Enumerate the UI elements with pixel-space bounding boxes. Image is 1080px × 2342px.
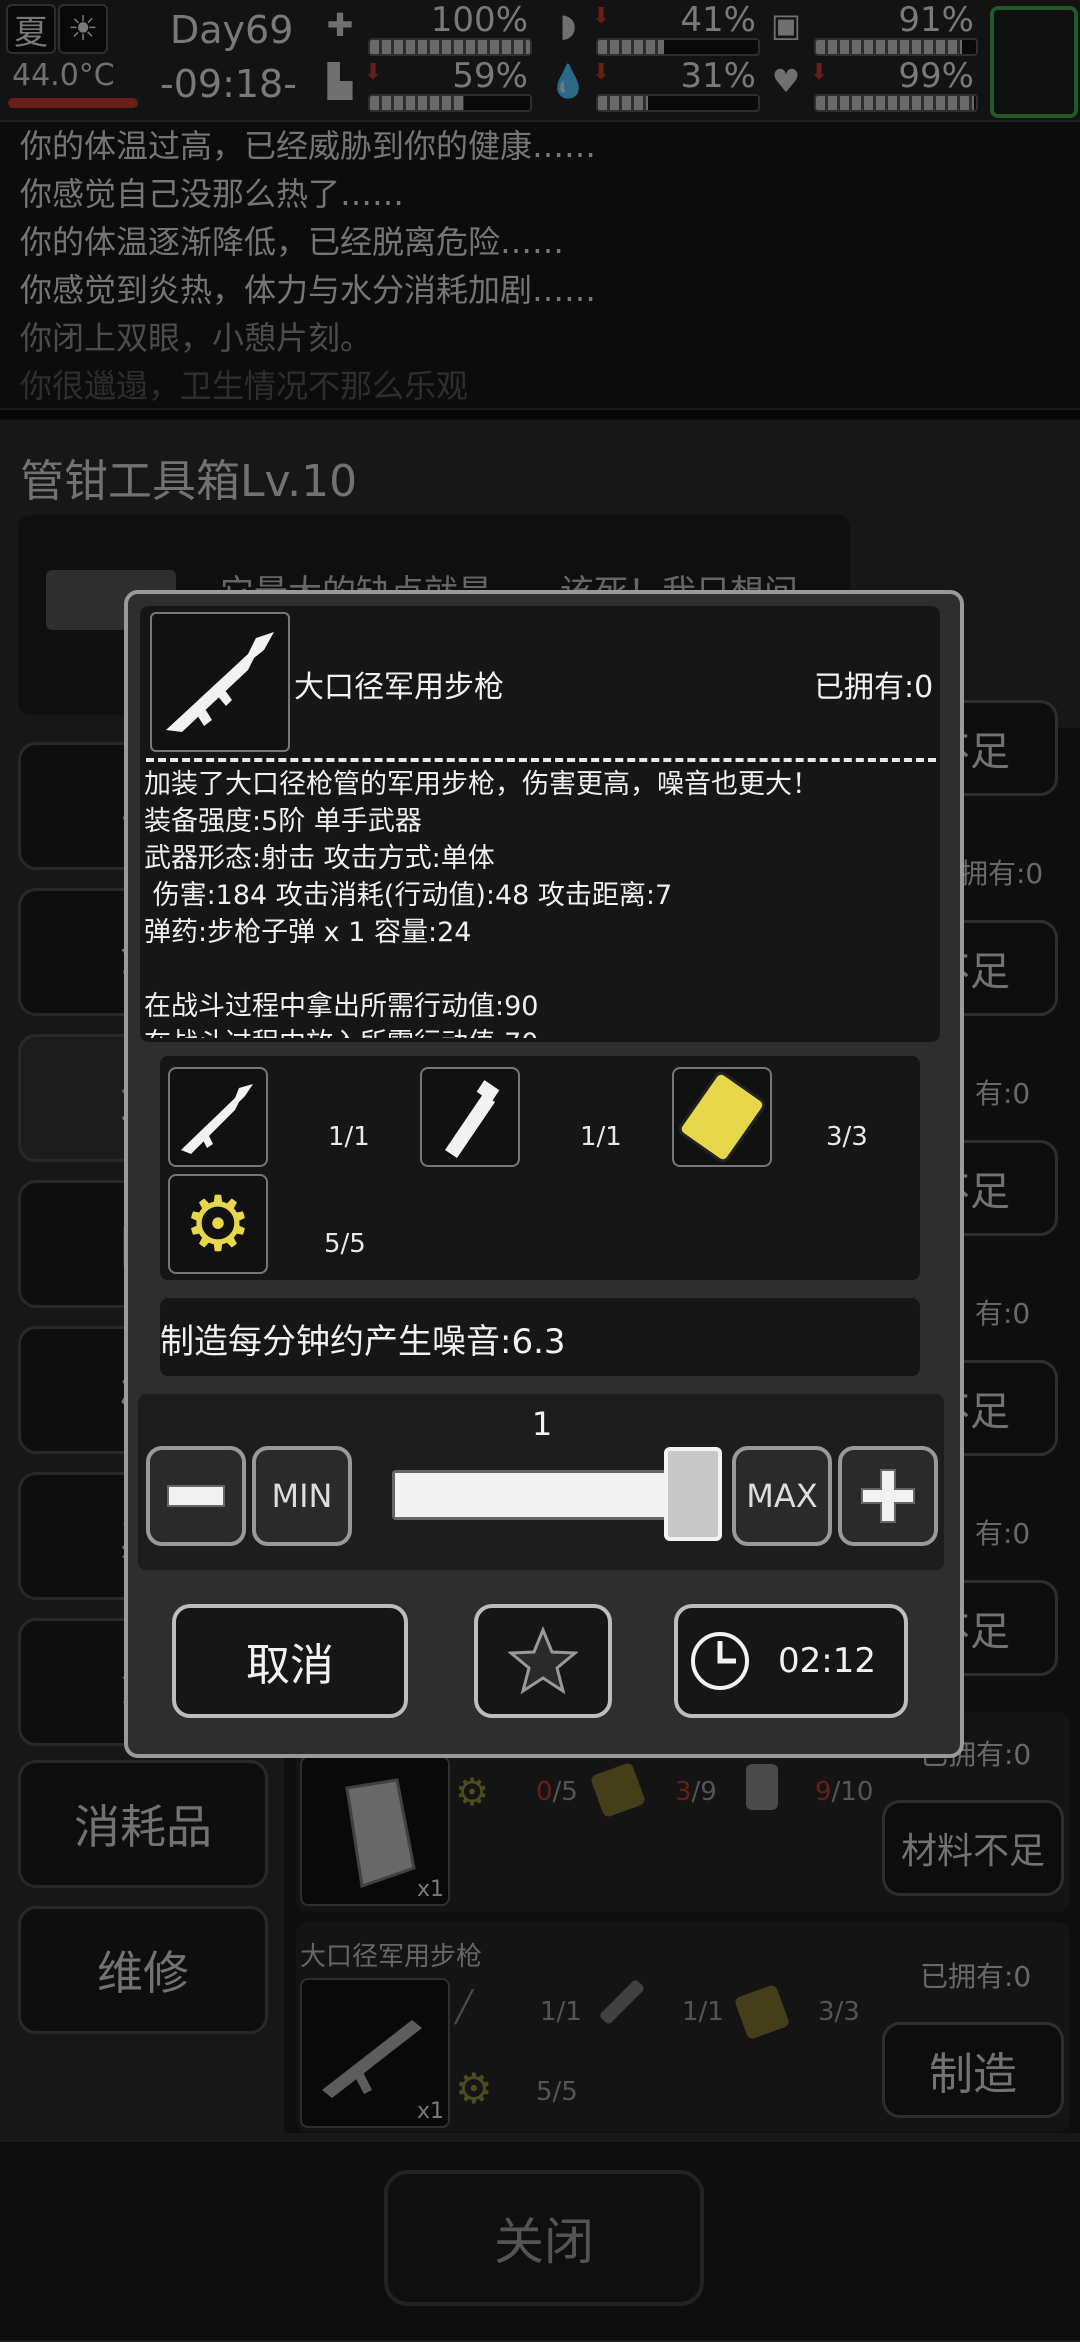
minus-icon (167, 1485, 225, 1507)
star-icon (508, 1626, 578, 1695)
cancel-button[interactable]: 取消 (172, 1604, 408, 1718)
materials-panel (160, 1056, 920, 1280)
material-card[interactable] (672, 1067, 772, 1167)
card-icon (675, 1068, 769, 1166)
button-label: MAX (746, 1477, 818, 1515)
dashed-divider (146, 758, 936, 762)
description-line: 加装了大口径枪管的军用步枪，伤害更高，噪音也更大！ (144, 769, 819, 800)
material-count: 1/1 (328, 1122, 370, 1152)
min-button[interactable]: MIN (252, 1446, 352, 1546)
description-line: 弹药:步枪子弹 x 1 容量:24 (144, 917, 472, 948)
noise-label: 制造每分钟约产生噪音:6.3 (160, 1322, 566, 1362)
rifle-icon (181, 1084, 253, 1154)
clock-icon (691, 1632, 749, 1690)
favorite-button[interactable] (474, 1604, 612, 1718)
craft-confirm-button[interactable]: 02:12 (674, 1604, 908, 1718)
button-label: 取消 (246, 1640, 334, 1691)
gears-icon: ⚙ (183, 1179, 253, 1268)
description-line (144, 951, 934, 988)
material-gears[interactable]: ⚙ (168, 1174, 268, 1274)
owned-count: 已拥有:0 (814, 670, 934, 705)
material-count: 3/3 (826, 1122, 868, 1152)
item-name: 大口径军用步枪 (294, 670, 504, 705)
plus-icon (861, 1469, 915, 1523)
increase-button[interactable] (838, 1446, 938, 1546)
description-line: 装备强度:5阶 单手武器 (144, 806, 422, 837)
material-barrel[interactable] (420, 1067, 520, 1167)
quantity-value: 1 (531, 1405, 553, 1443)
item-image (150, 612, 290, 752)
barrel-icon (445, 1080, 500, 1158)
material-rifle[interactable] (168, 1067, 268, 1167)
item-description: 加装了大口径枪管的军用步枪，伤害更高，噪音也更大！ 装备强度:5阶 单手武器 武… (144, 766, 934, 1038)
craft-time: 02:12 (778, 1641, 876, 1681)
description-line: 伤害:184 攻击消耗(行动值):48 攻击距离:7 (144, 880, 673, 911)
description-line: 在战斗过程中拿出所需行动值:90 (144, 991, 539, 1022)
slider-handle[interactable] (664, 1447, 722, 1541)
description-line: 在战斗过程中放入所需行动值:70 (144, 1025, 934, 1038)
description-line: 武器形态:射击 攻击方式:单体 (144, 843, 495, 874)
decrease-button[interactable] (146, 1446, 246, 1546)
button-label: MIN (271, 1477, 333, 1515)
material-count: 5/5 (324, 1229, 366, 1259)
material-count: 1/1 (580, 1122, 622, 1152)
rifle-icon (166, 632, 274, 732)
max-button[interactable]: MAX (732, 1446, 832, 1546)
